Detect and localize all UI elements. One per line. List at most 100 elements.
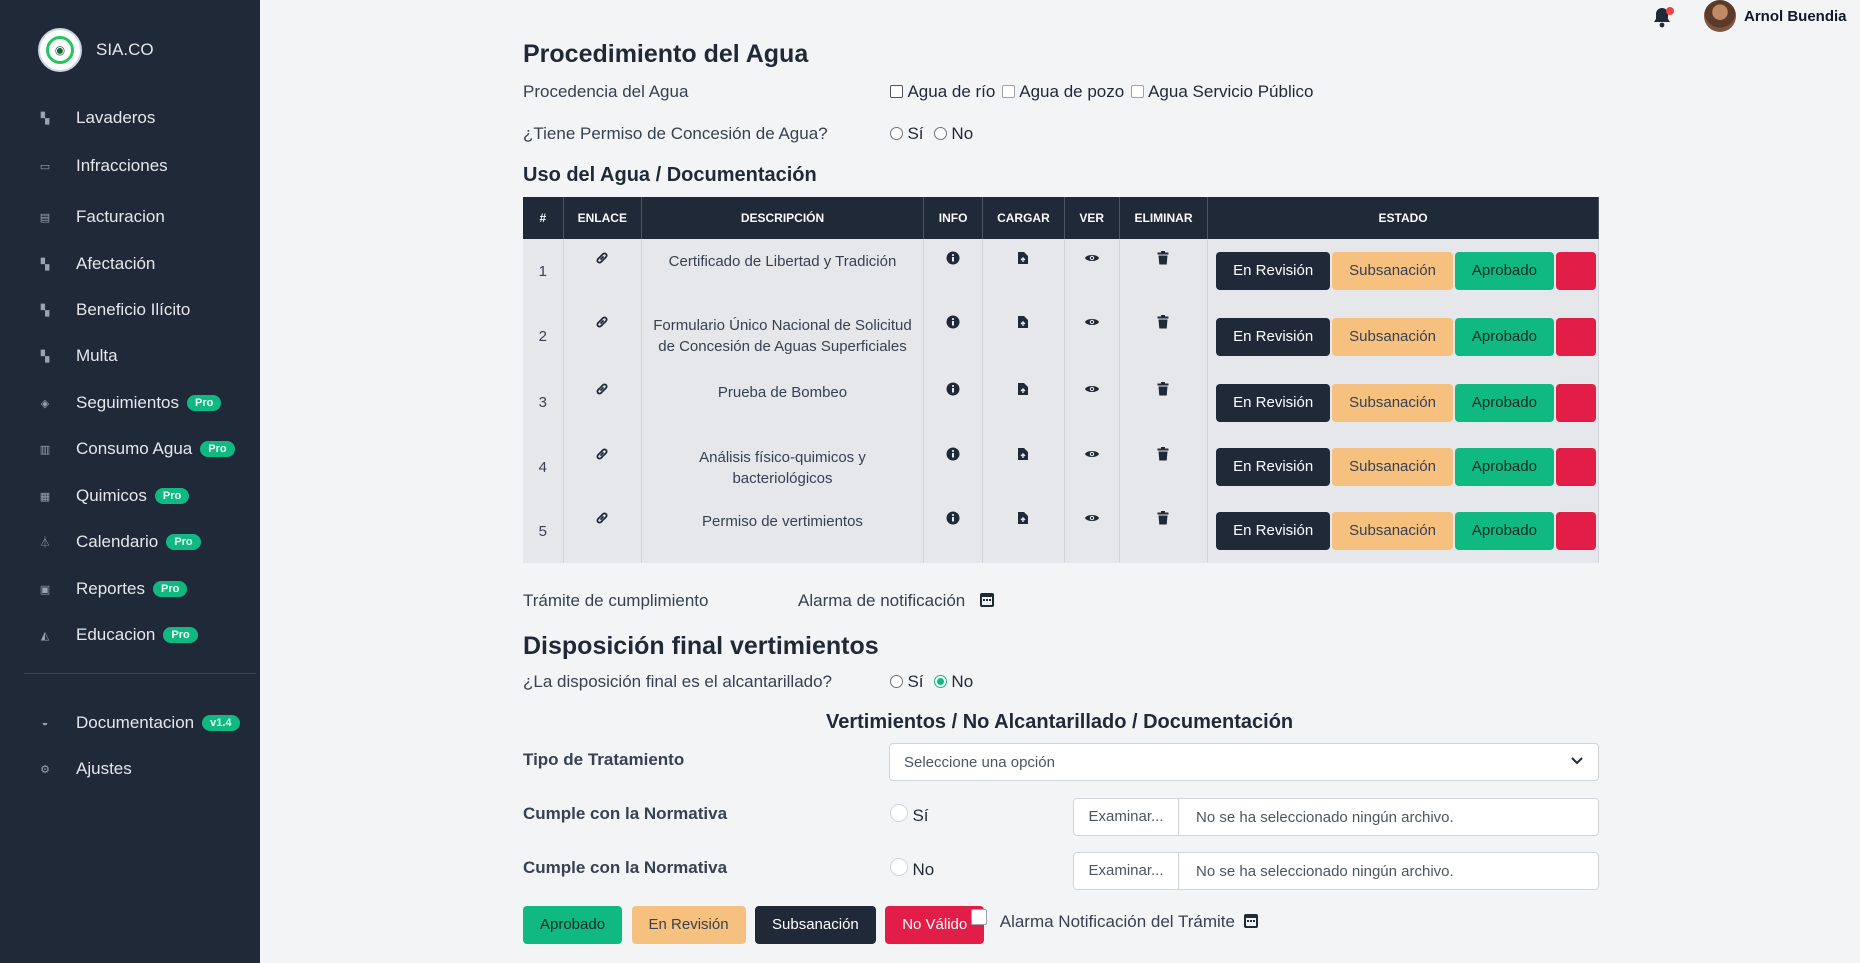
permit-no-radio[interactable] [933, 127, 947, 140]
sidebar-item-infracciones[interactable]: ▭ Infracciones [38, 156, 168, 176]
approved-button[interactable]: Aprobado [1454, 383, 1554, 422]
disposal-no-radio[interactable] [933, 675, 947, 688]
in-review-button[interactable]: En Revisión [631, 906, 746, 944]
sidebar-item-seguimientos[interactable]: ◈ Seguimientos Pro [38, 393, 222, 413]
invalid-button-truncated[interactable] [1555, 252, 1596, 290]
upload-file-icon[interactable] [1017, 511, 1029, 528]
correction-button[interactable]: Subsanación [1332, 317, 1453, 356]
in-review-button[interactable]: En Revisión [1216, 383, 1331, 422]
invalid-button[interactable]: No Válido [885, 906, 985, 944]
sidebar-item-multa[interactable]: ▚ Multa [38, 346, 118, 366]
disposal-yes-radio[interactable] [890, 675, 903, 688]
approved-button[interactable]: Aprobado [1454, 512, 1554, 550]
browse-button-2[interactable]: Examinar... [1074, 853, 1179, 889]
sidebar-item-ajustes[interactable]: ⚙ Ajustes [38, 759, 132, 779]
info-icon[interactable] [946, 315, 960, 332]
sidebar-item-documentacion[interactable]: ◒ Documentacion v1.4 [38, 713, 240, 733]
trash-icon[interactable] [1157, 315, 1169, 332]
link-icon[interactable] [595, 382, 609, 399]
info-icon[interactable] [946, 447, 960, 464]
view-cell [1064, 370, 1120, 435]
sidebar-item-afectaci-n[interactable]: ▚ Afectación [38, 254, 156, 274]
approved-button[interactable]: Aprobado [523, 906, 623, 944]
link-icon[interactable] [595, 511, 609, 528]
link-cell [563, 303, 642, 370]
correction-button[interactable]: Subsanación [1332, 448, 1453, 486]
treatment-select[interactable]: Seleccione una opción [889, 743, 1599, 781]
file-input-1[interactable]: Examinar... No se ha seleccionado ningún… [1073, 798, 1599, 836]
link-icon[interactable] [595, 251, 609, 268]
inbox-icon: ◒ [41, 717, 49, 729]
calendar-icon[interactable] [1243, 914, 1258, 928]
notification-button[interactable] [1652, 7, 1674, 31]
row-number: 2 [523, 303, 564, 370]
tramite-alarm[interactable]: Alarma de notificación [798, 591, 994, 611]
invalid-button-truncated[interactable] [1555, 383, 1596, 422]
info-icon[interactable] [946, 251, 960, 268]
link-icon[interactable] [595, 447, 609, 464]
trash-icon[interactable] [1157, 447, 1169, 464]
building-icon: ▚ [40, 258, 50, 271]
sidebar-item-beneficio-il-cito[interactable]: ▚ Beneficio Ilícito [38, 300, 191, 320]
permit-no-label: No [951, 124, 974, 143]
sidebar-item-label: Beneficio Ilícito [76, 300, 191, 319]
eye-icon[interactable] [1084, 448, 1100, 463]
sidebar-item-facturacion[interactable]: ▤ Facturacion [38, 207, 165, 227]
view-cell [1064, 435, 1120, 499]
eye-icon[interactable] [1084, 383, 1100, 398]
in-review-button[interactable]: En Revisión [1216, 317, 1331, 356]
correction-button[interactable]: Subsanación [1332, 512, 1453, 550]
sidebar-item-calendario[interactable]: ⏃ Calendario Pro [38, 532, 201, 552]
permit-yes-radio[interactable] [890, 127, 903, 140]
norm-yes-radio[interactable] [890, 804, 908, 822]
treatment-label: Tipo de Tratamiento [523, 750, 685, 769]
trash-icon[interactable] [1157, 511, 1169, 528]
eye-icon[interactable] [1084, 512, 1100, 527]
eye-icon[interactable] [1084, 252, 1100, 267]
in-review-button[interactable]: En Revisión [1216, 512, 1331, 550]
status-cell: En Revisión Subsanación Aprobado [1207, 239, 1599, 303]
norm-no-radio[interactable] [890, 858, 908, 876]
pro-badge: v1.4 [202, 715, 240, 731]
upload-file-icon[interactable] [1017, 251, 1029, 268]
invalid-button-truncated[interactable] [1555, 317, 1596, 356]
avatar[interactable] [1704, 0, 1736, 32]
sidebar-item-reportes[interactable]: ▣ Reportes Pro [38, 579, 188, 599]
link-icon[interactable] [595, 315, 609, 332]
status-cell: En Revisión Subsanación Aprobado [1207, 435, 1599, 499]
pro-badge: Pro [154, 488, 190, 504]
invalid-button-truncated[interactable] [1555, 512, 1596, 550]
file-input-2[interactable]: Examinar... No se ha seleccionado ningún… [1073, 852, 1599, 890]
trash-icon[interactable] [1157, 382, 1169, 399]
approved-button[interactable]: Aprobado [1454, 252, 1554, 290]
eye-icon[interactable] [1084, 316, 1100, 331]
brand[interactable]: ◉ SIA.CO [38, 28, 154, 72]
calendar-icon[interactable] [980, 593, 994, 607]
sidebar-item-quimicos[interactable]: ▦ Quimicos Pro [38, 486, 190, 506]
footer-alarm-checkbox[interactable] [971, 909, 987, 925]
column-header: VER [1064, 197, 1120, 239]
user-name[interactable]: Arnol Buendia [1744, 8, 1847, 25]
info-icon[interactable] [946, 382, 960, 399]
in-review-button[interactable]: En Revisión [1216, 448, 1331, 486]
approved-button[interactable]: Aprobado [1454, 448, 1554, 486]
origin-well-checkbox[interactable] [1001, 85, 1015, 98]
approved-button[interactable]: Aprobado [1454, 317, 1554, 356]
trash-icon[interactable] [1157, 251, 1169, 268]
sidebar-item-lavaderos[interactable]: ▚ Lavaderos [38, 108, 156, 128]
origin-public-checkbox[interactable] [1130, 85, 1144, 98]
row-number: 5 [523, 499, 564, 563]
info-icon[interactable] [946, 511, 960, 528]
upload-file-icon[interactable] [1017, 315, 1029, 332]
sidebar-item-educacion[interactable]: ◭ Educacion Pro [38, 625, 198, 645]
invalid-button-truncated[interactable] [1555, 448, 1596, 486]
browse-button-1[interactable]: Examinar... [1074, 799, 1179, 835]
correction-button[interactable]: Subsanación [1332, 252, 1453, 290]
in-review-button[interactable]: En Revisión [1216, 252, 1331, 290]
correction-button[interactable]: Subsanación [1332, 383, 1453, 422]
sidebar-item-consumo-agua[interactable]: ▥ Consumo Agua Pro [38, 439, 235, 459]
correction-button[interactable]: Subsanación [755, 906, 876, 944]
upload-file-icon[interactable] [1017, 382, 1029, 399]
origin-river-checkbox[interactable] [890, 85, 903, 98]
upload-file-icon[interactable] [1017, 447, 1029, 464]
